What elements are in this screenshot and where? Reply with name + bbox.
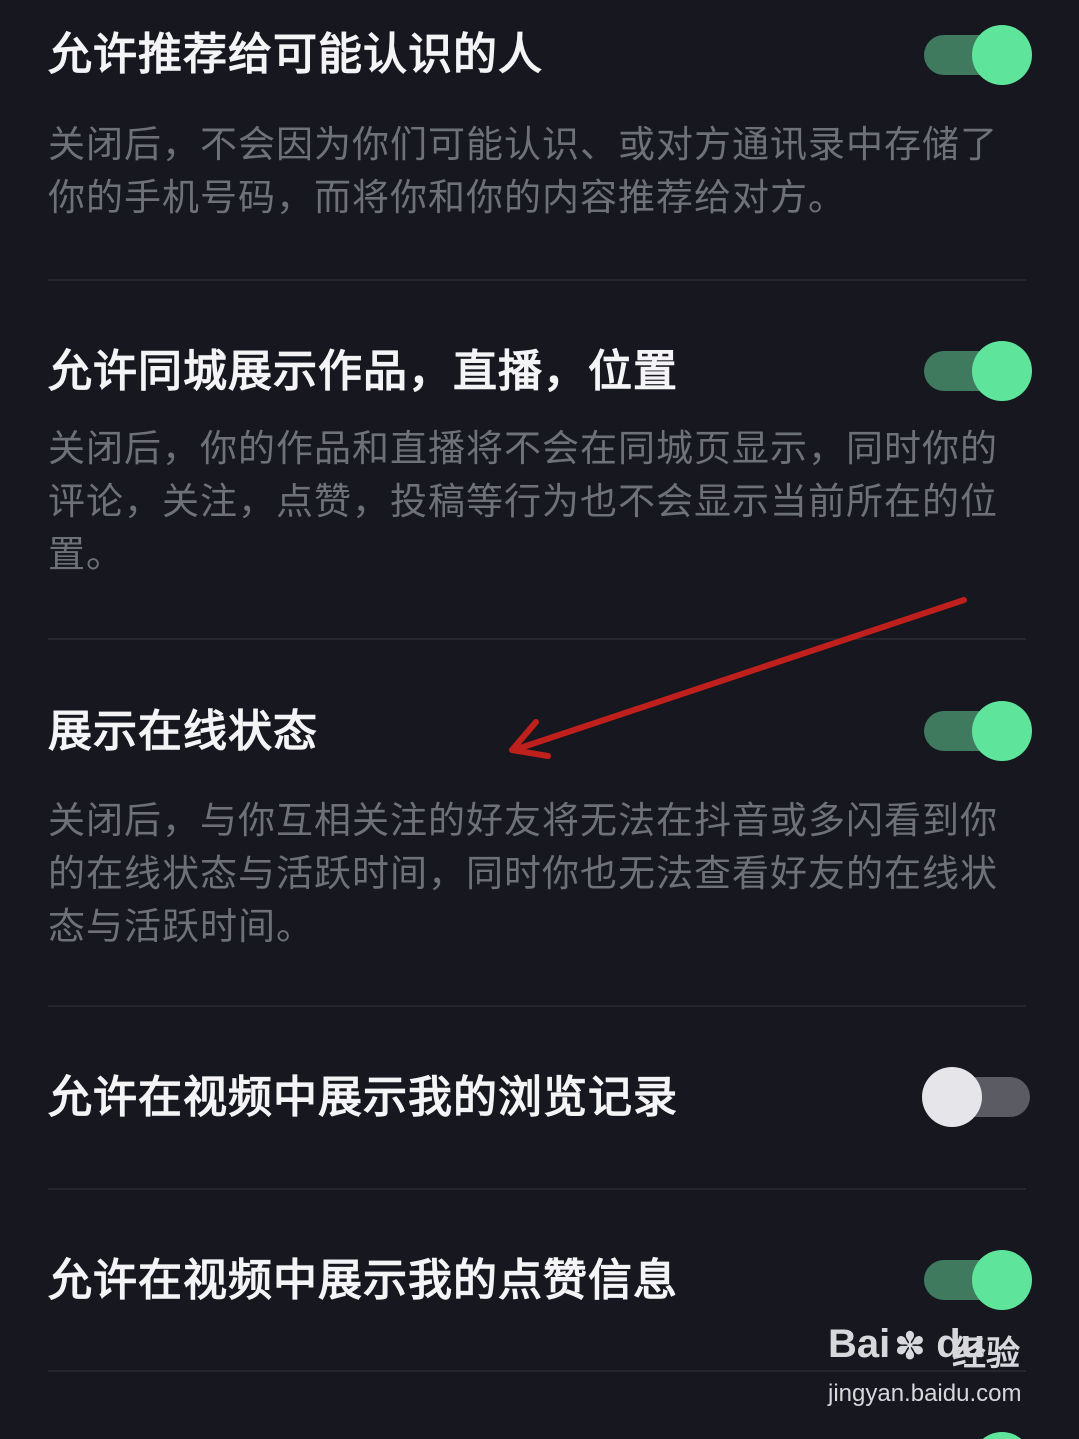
- watermark-brand-cn: 经验: [952, 1334, 1020, 1374]
- baidu-jingyan-watermark: Bai du ✽ 经验 jingyan.baidu.com: [828, 1322, 1028, 1418]
- paw-icon: ✽: [894, 1324, 926, 1368]
- watermark-brand-a: Bai: [828, 1322, 891, 1366]
- watermark-url: jingyan.baidu.com: [828, 1380, 1022, 1407]
- annotation-arrow: [509, 597, 967, 759]
